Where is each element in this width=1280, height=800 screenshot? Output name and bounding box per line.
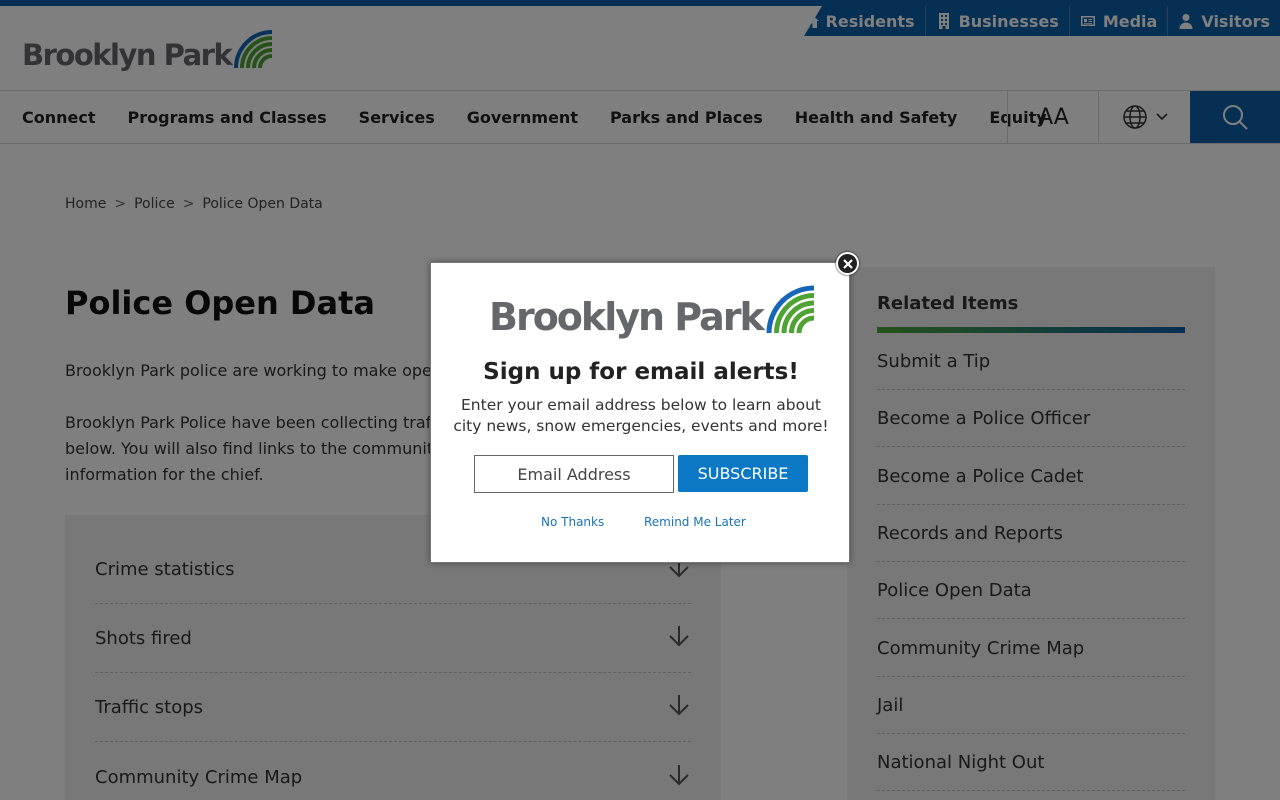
no-thanks-link[interactable]: No Thanks <box>541 515 604 529</box>
logo-arc-icon <box>766 285 814 333</box>
modal-title: Sign up for email alerts! <box>483 359 799 385</box>
modal-close-button[interactable] <box>836 252 859 275</box>
modal-logo: Brooklyn Park <box>489 283 814 336</box>
logo-text: Brooklyn Park <box>489 295 765 339</box>
email-input[interactable] <box>474 455 674 493</box>
remind-later-link[interactable]: Remind Me Later <box>644 515 746 529</box>
email-signup-modal: Brooklyn Park Sign up for email alerts! … <box>430 262 850 563</box>
modal-description: Enter your email address below to learn … <box>453 396 829 435</box>
subscribe-button[interactable]: SUBSCRIBE <box>678 455 808 492</box>
close-icon <box>842 258 853 269</box>
